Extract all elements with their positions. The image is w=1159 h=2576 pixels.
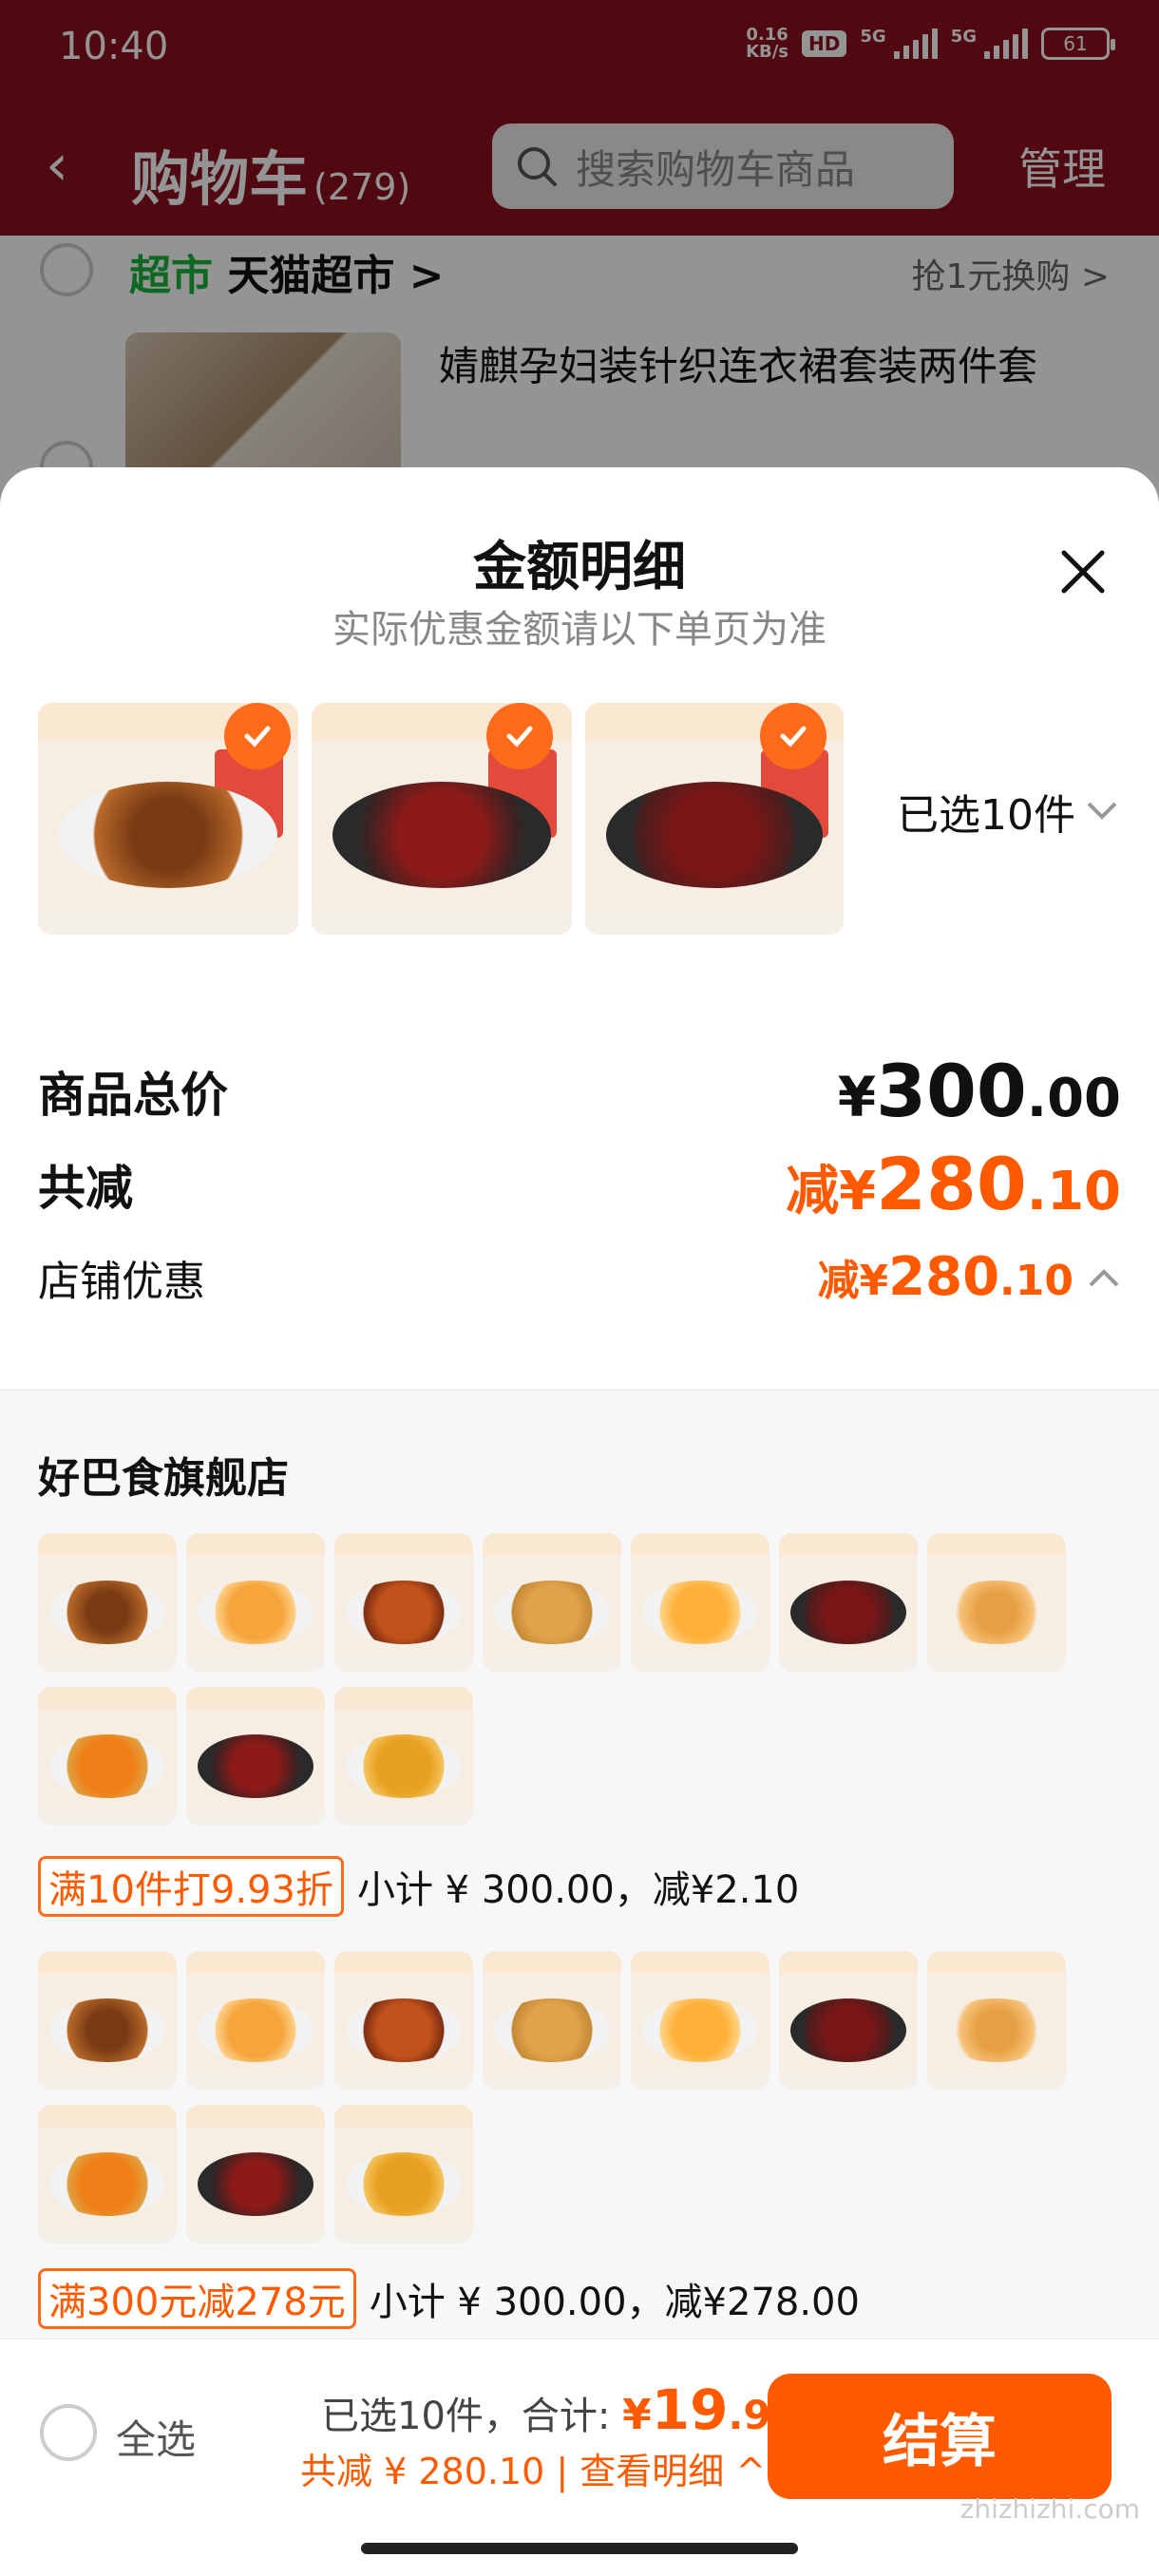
item-thumbnail <box>38 1951 177 2090</box>
promo2-subtotal: 小计 ¥ 300.00，减¥278.00 <box>369 2281 860 2324</box>
promo1-row: 满10件打9.93折 小计 ¥ 300.00，减¥2.10 <box>38 1856 799 1917</box>
reduction-value: 减¥280.10 <box>786 1142 1121 1226</box>
view-detail-link[interactable]: 共减 ¥ 280.10 | 查看明细 ^ <box>300 2442 766 2494</box>
item-thumbnail <box>334 1951 473 2090</box>
selected-count-toggle[interactable]: 已选10件 <box>897 781 1119 842</box>
item-thumbnail <box>334 2105 473 2244</box>
item-thumbnail <box>38 1533 177 1672</box>
overlay-scrim[interactable] <box>0 0 1159 532</box>
chevron-up-icon <box>1089 1268 1119 1286</box>
item-thumbnail <box>631 1951 770 2090</box>
shop-discount-value: 减¥280.10 <box>817 1246 1074 1308</box>
item-thumbnail <box>38 2105 177 2244</box>
item-thumbnail <box>186 1687 325 1826</box>
selected-item-image[interactable] <box>312 703 572 935</box>
select-all-label[interactable]: 全选 <box>116 2408 196 2466</box>
amount-detail-sheet: 金额明细 实际优惠金额请以下单页为准 已选10件 商品总价 ¥300.00 共减… <box>0 467 1159 2339</box>
item-thumbnail <box>779 1951 918 2090</box>
chevron-down-icon <box>1087 802 1117 820</box>
total-price-label: 商品总价 <box>38 1067 228 1123</box>
item-thumbnail <box>186 1533 325 1672</box>
selected-items-strip <box>38 703 844 935</box>
promo2-row: 满300元减278元 小计 ¥ 300.00，减¥278.00 <box>38 2268 860 2329</box>
sheet-title: 金额明细 <box>473 537 686 598</box>
close-icon[interactable] <box>1054 543 1112 600</box>
checkout-button[interactable]: 结算 <box>768 2374 1112 2499</box>
item-thumbnail <box>483 1951 621 2090</box>
selected-item-image[interactable] <box>38 703 298 935</box>
sheet-subtitle: 实际优惠金额请以下单页为准 <box>332 608 826 652</box>
discount-detail-panel: 好巴食旗舰店 满10件打9.93折 小计 ¥ 300.00，减¥2.10 满30… <box>0 1389 1159 2339</box>
total-price-row: 商品总价 ¥300.00 <box>38 1049 1121 1133</box>
item-thumbnail <box>334 1533 473 1672</box>
check-icon <box>224 703 291 769</box>
item-thumbnail <box>927 1951 1066 2090</box>
item-thumbnail <box>38 1687 177 1826</box>
store-name: 好巴食旗舰店 <box>38 1454 289 1503</box>
promo1-item-grid <box>38 1533 1066 1826</box>
item-thumbnail <box>779 1533 918 1672</box>
home-indicator[interactable] <box>361 2543 798 2554</box>
total-summary: 已选10件，合计: ¥19.90 <box>321 2377 799 2442</box>
item-thumbnail <box>186 1951 325 2090</box>
check-icon <box>760 703 826 769</box>
selected-item-image[interactable] <box>585 703 844 935</box>
select-all-checkbox[interactable] <box>40 2404 97 2461</box>
shop-discount-label: 店铺优惠 <box>38 1257 205 1306</box>
item-thumbnail <box>927 1533 1066 1672</box>
item-thumbnail <box>334 1687 473 1826</box>
shop-discount-row[interactable]: 店铺优惠 减¥280.10 <box>38 1246 1121 1308</box>
promo1-subtotal: 小计 ¥ 300.00，减¥2.10 <box>356 1868 800 1912</box>
reduction-row: 共减 减¥280.10 <box>38 1142 1121 1226</box>
cart-background: 10:40 0.16 KB/s HD 5G 5G 61 ‹ 购物车 (279) 搜… <box>0 0 1159 541</box>
checkout-bar: 全选 已选10件，合计: ¥19.90 共减 ¥ 280.10 | 查看明细 ^… <box>0 2339 1159 2576</box>
reduction-label: 共减 <box>38 1160 133 1216</box>
item-thumbnail <box>186 2105 325 2244</box>
check-icon <box>486 703 553 769</box>
total-price-value: ¥300.00 <box>837 1049 1121 1133</box>
item-thumbnail <box>631 1533 770 1672</box>
watermark: zhizhizhi.com <box>960 2493 1140 2525</box>
promo2-tag: 满300元减278元 <box>38 2268 356 2329</box>
promo1-tag: 满10件打9.93折 <box>38 1856 344 1917</box>
item-thumbnail <box>483 1533 621 1672</box>
promo2-item-grid <box>38 1951 1066 2244</box>
